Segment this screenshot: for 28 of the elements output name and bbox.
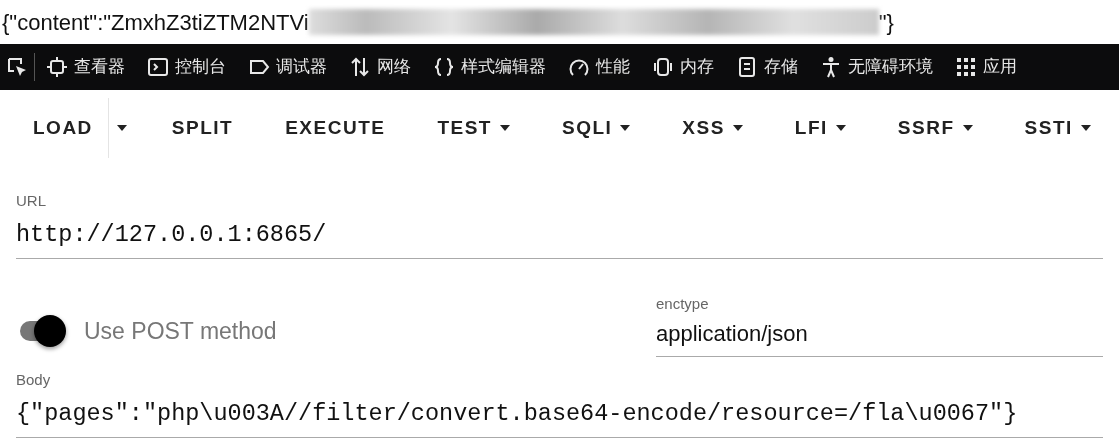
- body-field[interactable]: {"pages":"php\u003A//filter/convert.base64-encode/resource=/fla\u0067"}: [16, 393, 1103, 438]
- toolbar-button[interactable]: SSRF: [882, 107, 988, 149]
- devtools-tab[interactable]: 存储: [725, 54, 809, 80]
- field-label: URL: [16, 191, 47, 211]
- devtools-tab[interactable]: 无障碍环境: [809, 54, 944, 80]
- toolbar-button[interactable]: LFI: [779, 107, 861, 149]
- toolbar-button[interactable]: TEST: [422, 107, 525, 149]
- devtools-tab[interactable]: 调试器: [237, 54, 338, 80]
- toolbar-button[interactable]: SSTI: [1009, 107, 1106, 149]
- toolbar-button[interactable]: XSS: [667, 107, 758, 149]
- field-label: Body: [16, 370, 52, 391]
- toolbar-button[interactable]: SPLIT: [156, 107, 249, 149]
- response-text: "}: [878, 8, 894, 37]
- toolbar-button[interactable]: EXECUTE: [270, 107, 401, 149]
- field-label: enctype: [656, 293, 710, 314]
- toggle-label: Use POST method: [84, 316, 277, 346]
- devtools-tab[interactable]: 内存: [641, 54, 725, 80]
- devtools-tab[interactable]: 控制台: [136, 54, 237, 80]
- devtools-tab[interactable]: 样式编辑器: [422, 54, 557, 80]
- devtools-tab[interactable]: 网络: [338, 54, 422, 80]
- toolbar-button[interactable]: SQLI: [547, 107, 646, 149]
- devtools-tab[interactable]: 查看器: [35, 54, 136, 80]
- url-field[interactable]: http://127.0.0.1:6865/: [16, 214, 1103, 259]
- enctype-field[interactable]: application/json: [656, 315, 1103, 358]
- response-text: {"content":"ZmxhZ3tiZTM2NTVi: [2, 8, 309, 37]
- devtools-tab[interactable]: 应用: [944, 54, 1028, 80]
- devtools-tab[interactable]: 性能: [557, 54, 641, 80]
- toolbar-button[interactable]: LOAD: [18, 107, 108, 149]
